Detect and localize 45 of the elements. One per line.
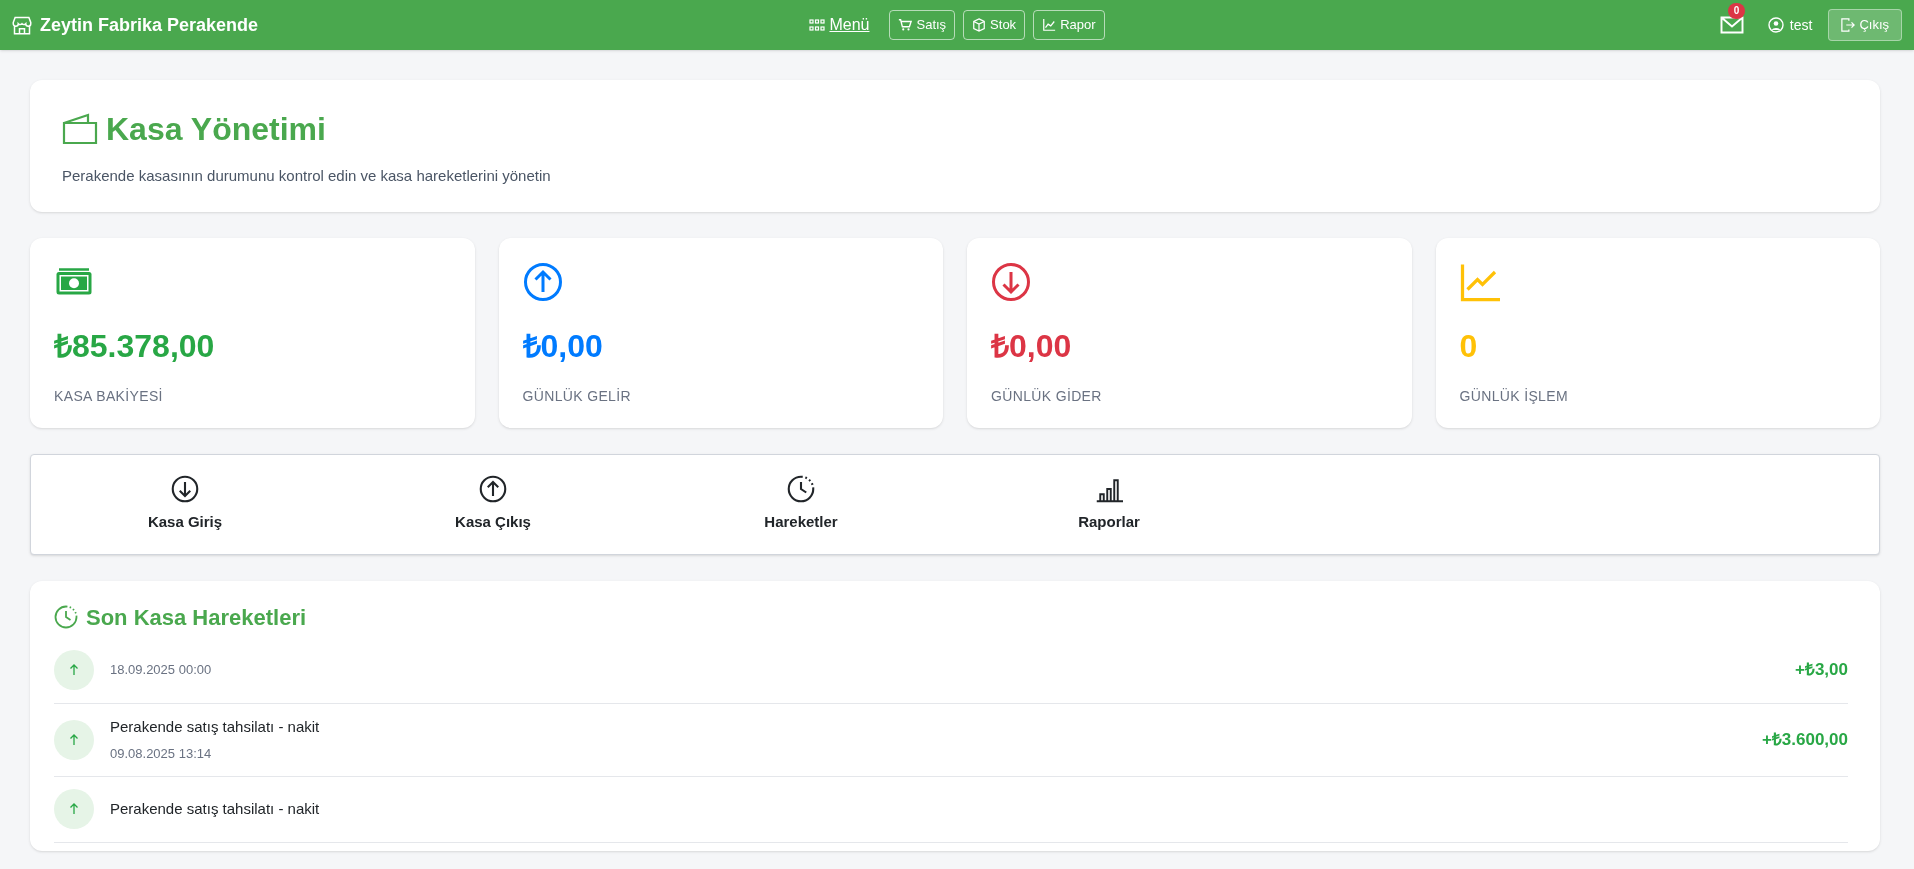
- arrow-up-circle-icon: [479, 475, 507, 503]
- grid-icon: [809, 19, 826, 31]
- user-name[interactable]: test: [1789, 14, 1813, 36]
- line-chart-icon: [1042, 18, 1057, 32]
- line-chart-icon: [1459, 262, 1500, 302]
- nav-button[interactable]: Rapor: [1033, 10, 1105, 40]
- user-circle-icon: [1767, 17, 1784, 33]
- stat-label: GÜNLÜK İŞLEM: [1459, 387, 1569, 406]
- store-icon: [12, 15, 32, 35]
- stat-value: ₺85.378,00: [54, 327, 216, 366]
- action-button[interactable]: Hareketler: [647, 475, 955, 534]
- transaction-description: Perakende satış tahsilatı - nakit: [110, 798, 321, 819]
- stat-label: GÜNLÜK GELİR: [522, 387, 632, 406]
- arrow-down-circle-icon: [991, 262, 1031, 302]
- action-button[interactable]: Kasa Çıkış: [339, 475, 647, 534]
- nav-button[interactable]: Stok: [963, 10, 1026, 40]
- stat-value: 0: [1459, 327, 1479, 366]
- transaction-amount: +₺3,00: [1795, 659, 1848, 682]
- stat-value: ₺0,00: [522, 327, 604, 366]
- section-title: Son Kasa Hareketleri: [86, 603, 307, 632]
- menu-link[interactable]: Menü: [809, 13, 870, 37]
- action-button[interactable]: Raporlar: [955, 475, 1263, 534]
- transaction-description: Perakende satış tahsilatı - nakit: [110, 716, 321, 737]
- clock-icon: [787, 475, 815, 503]
- page-title: Kasa Yönetimi: [106, 109, 326, 149]
- brand-title[interactable]: Zeytin Fabrika Perakende: [40, 11, 259, 39]
- stat-value: ₺0,00: [991, 327, 1073, 366]
- nav-button[interactable]: Satış: [889, 10, 956, 40]
- transaction-date: 18.09.2025 00:00: [110, 661, 213, 680]
- arrow-down-circle-icon: [171, 475, 199, 503]
- transaction-amount: +₺3.600,00: [1761, 728, 1848, 751]
- logout-button[interactable]: Çıkış: [1828, 9, 1902, 41]
- logout-icon: [1841, 18, 1856, 32]
- arrow-up-circle-icon: [522, 262, 563, 302]
- stat-label: KASA BAKİYESİ: [54, 387, 164, 406]
- box-icon: [972, 18, 987, 32]
- clock-icon: [54, 605, 78, 629]
- mail-icon[interactable]: [1719, 15, 1744, 35]
- action-button[interactable]: Kasa Giriş: [31, 475, 339, 534]
- cart-icon: [898, 18, 913, 32]
- wallet-icon: [62, 112, 98, 145]
- message-count-badge: 0: [1727, 3, 1746, 19]
- stat-label: GÜNLÜK GİDER: [991, 387, 1103, 406]
- page-subtitle: Perakende kasasının durumunu kontrol edin ve kasa hareketlerini yönetin: [62, 165, 552, 186]
- transaction-date: 09.08.2025 13:14: [110, 745, 213, 763]
